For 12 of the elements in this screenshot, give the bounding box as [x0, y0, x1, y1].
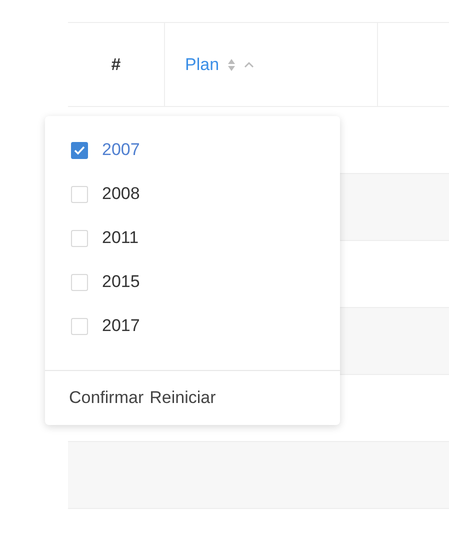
- option-label[interactable]: 2007: [102, 137, 140, 163]
- filter-caret-icon[interactable]: [244, 61, 254, 68]
- column-header[interactable]: #: [111, 52, 121, 78]
- option-label[interactable]: 2017: [102, 313, 140, 339]
- footer-link[interactable]: Reiniciar: [150, 385, 216, 410]
- option-label[interactable]: 2015: [102, 269, 140, 295]
- option-label[interactable]: 2011: [102, 225, 139, 251]
- check-icon: [74, 146, 85, 154]
- checkbox[interactable]: [71, 142, 88, 158]
- footer-link[interactable]: Confirmar: [69, 385, 144, 410]
- sort-icon[interactable]: [227, 58, 236, 72]
- option-label[interactable]: 2008: [102, 181, 140, 207]
